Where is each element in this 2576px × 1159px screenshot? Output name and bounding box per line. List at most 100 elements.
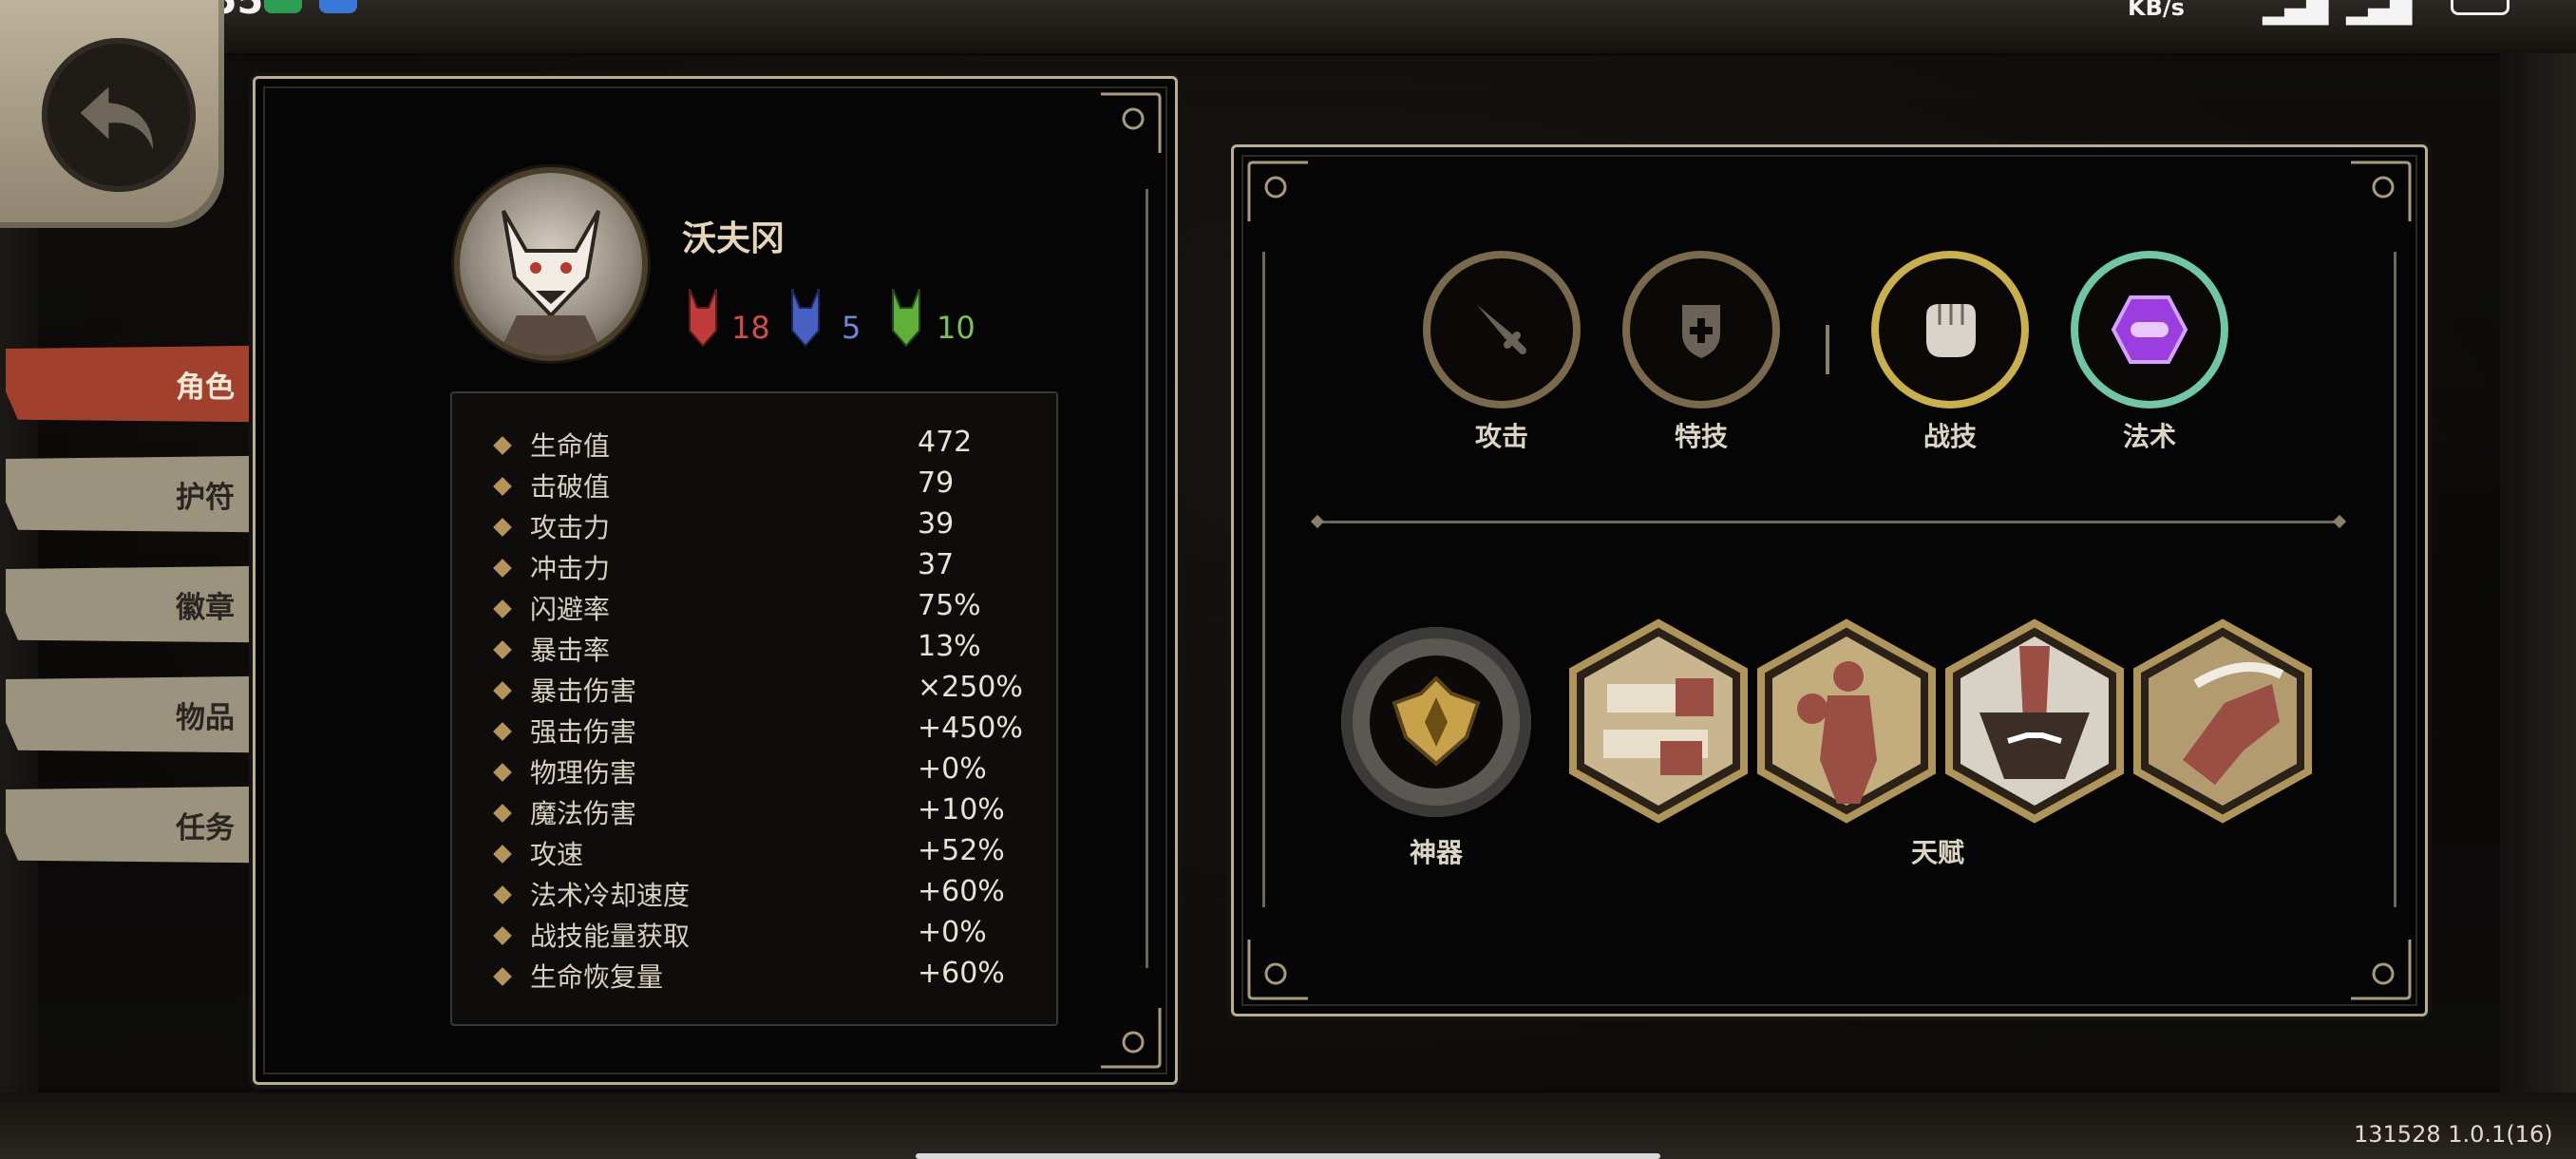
purple-gem-icon [2078,258,2221,401]
shield-icon [1630,258,1772,401]
stat-label: 魔法伤害 [530,798,637,829]
sword-icon [1430,258,1573,401]
stat-label: 击破值 [530,471,611,503]
stat-value: +60% [918,875,1005,908]
bullet-icon [493,885,512,904]
stat-value: 79 [918,466,955,500]
stat-value: +450% [918,712,1023,745]
talent-rage-icon[interactable] [1941,618,2128,825]
skills-panel [1231,144,2428,1016]
version-text: 131528 1.0.1(16) [2354,1121,2553,1148]
signal-icon: ▂▄▆ [2263,0,2329,26]
stat-value: 75% [918,589,981,622]
stat-value: +60% [918,957,1005,990]
stat-row: 生命恢复量 +60% [452,957,1056,998]
section-divider [1316,521,2340,523]
stat-row: 击破值 79 [452,466,1056,507]
notification-app-icon [264,0,302,13]
stat-row: 魔法伤害 +10% [452,793,1056,834]
back-button[interactable] [0,0,224,228]
stat-row: 暴击率 13% [452,630,1056,671]
panel-divider-line [2394,252,2396,907]
stat-value: +0% [918,916,987,949]
panel-divider-line [1262,252,1265,907]
stat-row: 攻速 +52% [452,834,1056,875]
corner-ornament-icon [2351,161,2412,221]
frame-bottom [0,1090,2576,1159]
skill-label: 特技 [1674,421,1728,452]
stat-row: 冲击力 37 [452,548,1056,589]
stat-label: 暴击伤害 [530,675,637,707]
skill-attack[interactable]: 攻击 [1423,258,1581,454]
stat-label: 冲击力 [530,553,611,584]
stat-label: 暴击率 [530,635,611,666]
bullet-icon [493,804,512,823]
talent-arm-icon[interactable] [2130,618,2316,825]
green-gem-count: 10 [937,310,975,346]
stat-value: 13% [918,630,981,663]
stat-row: 暴击伤害 ×250% [452,671,1056,712]
skill-combat[interactable]: 战技 [1871,258,2029,454]
bullet-icon [493,477,512,496]
wolf-portrait-icon [498,210,604,355]
stat-label: 战技能量获取 [530,921,691,952]
stat-value: ×250% [918,671,1023,704]
talent-label: 天赋 [1910,837,1964,868]
frame-right [2500,53,2576,1092]
panel-divider-line [1146,189,1148,968]
talent-punch-icon[interactable] [1565,618,1752,825]
bullet-icon [493,640,512,659]
skill-spell[interactable]: 法术 [2071,258,2228,454]
skill-label: 攻击 [1474,421,1528,452]
corner-ornament-icon [1247,161,1308,221]
signal-icon: ▂▄▆ [2346,0,2413,26]
fist-icon [1879,258,2021,401]
character-name: 沃夫冈 [682,219,786,258]
bullet-icon [493,926,512,945]
stat-label: 强击伤害 [530,716,637,748]
bullet-icon [493,845,512,864]
sidebar-tab-label: 护符 [176,480,235,515]
back-icon [42,38,196,192]
home-indicator[interactable] [916,1153,1660,1159]
skill-label: 战技 [1923,421,1977,452]
stat-label: 攻速 [530,839,584,870]
character-avatar[interactable] [460,173,642,355]
artifact-slot[interactable] [1341,627,1531,817]
stat-row: 生命值 472 [452,426,1056,466]
network-speed: KB/s [2128,0,2185,21]
bullet-icon [493,681,512,700]
stat-row: 战技能量获取 +0% [452,916,1056,957]
stat-value: 37 [918,548,955,581]
stat-row: 法术冷却速度 +60% [452,875,1056,916]
notification-app-icon [319,0,357,13]
bullet-icon [493,599,512,618]
artifact-label: 神器 [1409,837,1463,868]
corner-ornament-icon [1101,1008,1162,1069]
bullet-icon [493,559,512,578]
stat-label: 生命恢复量 [530,961,664,993]
bullet-icon [493,518,512,537]
skill-label: 法术 [2122,421,2176,452]
sidebar-tab-label: 徽章 [176,590,235,625]
stat-value: 39 [918,507,955,541]
sidebar-tab-label: 任务 [176,810,235,846]
bullet-icon [493,967,512,986]
stat-value: 472 [918,426,973,459]
stat-label: 闪避率 [530,594,611,625]
talent-boxer-icon[interactable] [1753,618,1940,825]
blue-gem-count: 5 [842,310,862,346]
blue-mask-icon [791,288,820,348]
skill-special[interactable]: 特技 [1622,258,1780,454]
stat-label: 攻击力 [530,512,611,543]
corner-ornament-icon [2351,940,2412,1000]
sidebar-tab-label: 物品 [176,700,235,735]
bullet-icon [493,763,512,782]
stat-row: 闪避率 75% [452,589,1056,630]
red-mask-icon [689,288,717,348]
corner-ornament-icon [1247,940,1308,1000]
stat-value: +0% [918,752,987,786]
stat-row: 攻击力 39 [452,507,1056,548]
stat-row: 强击伤害 +450% [452,712,1056,752]
bullet-icon [493,722,512,741]
